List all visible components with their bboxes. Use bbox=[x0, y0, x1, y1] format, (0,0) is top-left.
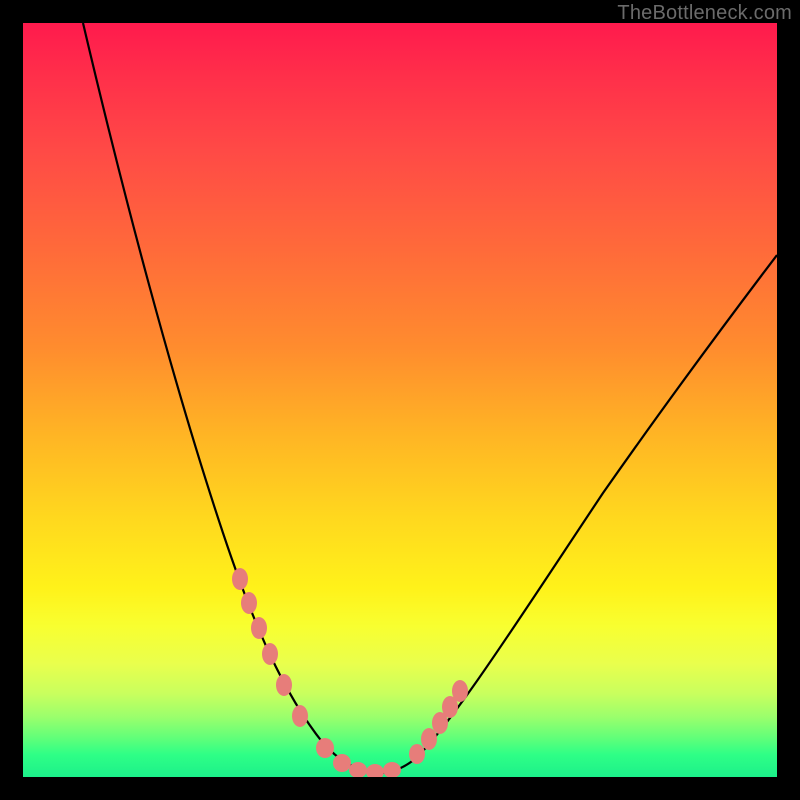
plot-area bbox=[23, 23, 777, 777]
marker-dot bbox=[316, 738, 334, 758]
marker-dot bbox=[452, 680, 468, 702]
bottleneck-curve-svg bbox=[23, 23, 777, 777]
marker-dot bbox=[333, 754, 351, 772]
marker-dot bbox=[349, 762, 367, 777]
bottleneck-curve bbox=[83, 23, 777, 773]
marker-dot bbox=[383, 762, 401, 777]
curve-markers bbox=[232, 568, 468, 777]
marker-dot bbox=[262, 643, 278, 665]
watermark-text: TheBottleneck.com bbox=[617, 2, 792, 25]
marker-dot bbox=[251, 617, 267, 639]
marker-dot bbox=[421, 728, 437, 750]
marker-dot bbox=[276, 674, 292, 696]
chart-frame: TheBottleneck.com bbox=[0, 0, 800, 800]
marker-dot bbox=[409, 744, 425, 764]
marker-dot bbox=[241, 592, 257, 614]
marker-dot bbox=[292, 705, 308, 727]
marker-dot bbox=[366, 764, 384, 777]
marker-dot bbox=[232, 568, 248, 590]
